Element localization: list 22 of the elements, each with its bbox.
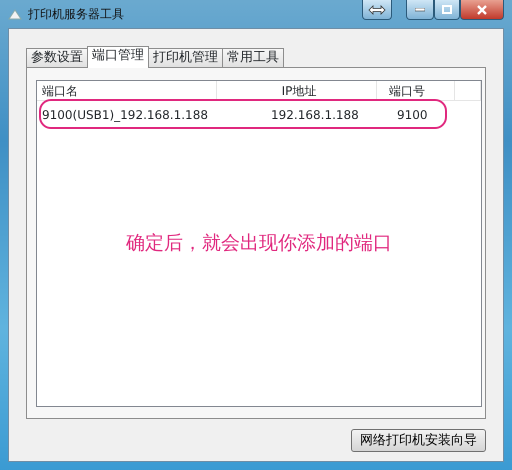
- column-header[interactable]: 端口号: [377, 81, 455, 100]
- window-title: 打印机服务器工具: [28, 6, 124, 23]
- app-icon: [8, 8, 22, 20]
- column-header[interactable]: IP地址: [217, 81, 377, 100]
- table-cell-text: 9100: [396, 107, 429, 124]
- tab[interactable]: 打印机管理: [148, 48, 223, 67]
- double-arrow-icon: [368, 4, 386, 14]
- resize-button[interactable]: [362, 0, 392, 20]
- annotation-text: 确定后，就会出现你添加的端口: [125, 231, 393, 256]
- table-cell-text: 192.168.1.188: [270, 107, 360, 124]
- tab[interactable]: 参数设置: [26, 48, 88, 67]
- minimize-button[interactable]: [406, 0, 434, 20]
- wizard-button[interactable]: 网络打印机安装向导: [351, 428, 486, 452]
- tab[interactable]: 端口管理: [87, 46, 149, 68]
- minimize-icon: [415, 8, 425, 12]
- close-icon: [476, 4, 488, 14]
- column-header[interactable]: 端口名: [37, 81, 217, 100]
- tab[interactable]: 常用工具: [222, 48, 284, 67]
- maximize-icon: [442, 5, 452, 14]
- maximize-button[interactable]: [434, 0, 460, 20]
- table-cell-text: 9100(USB1)_192.168.1.188: [41, 107, 209, 124]
- close-button[interactable]: [460, 0, 504, 20]
